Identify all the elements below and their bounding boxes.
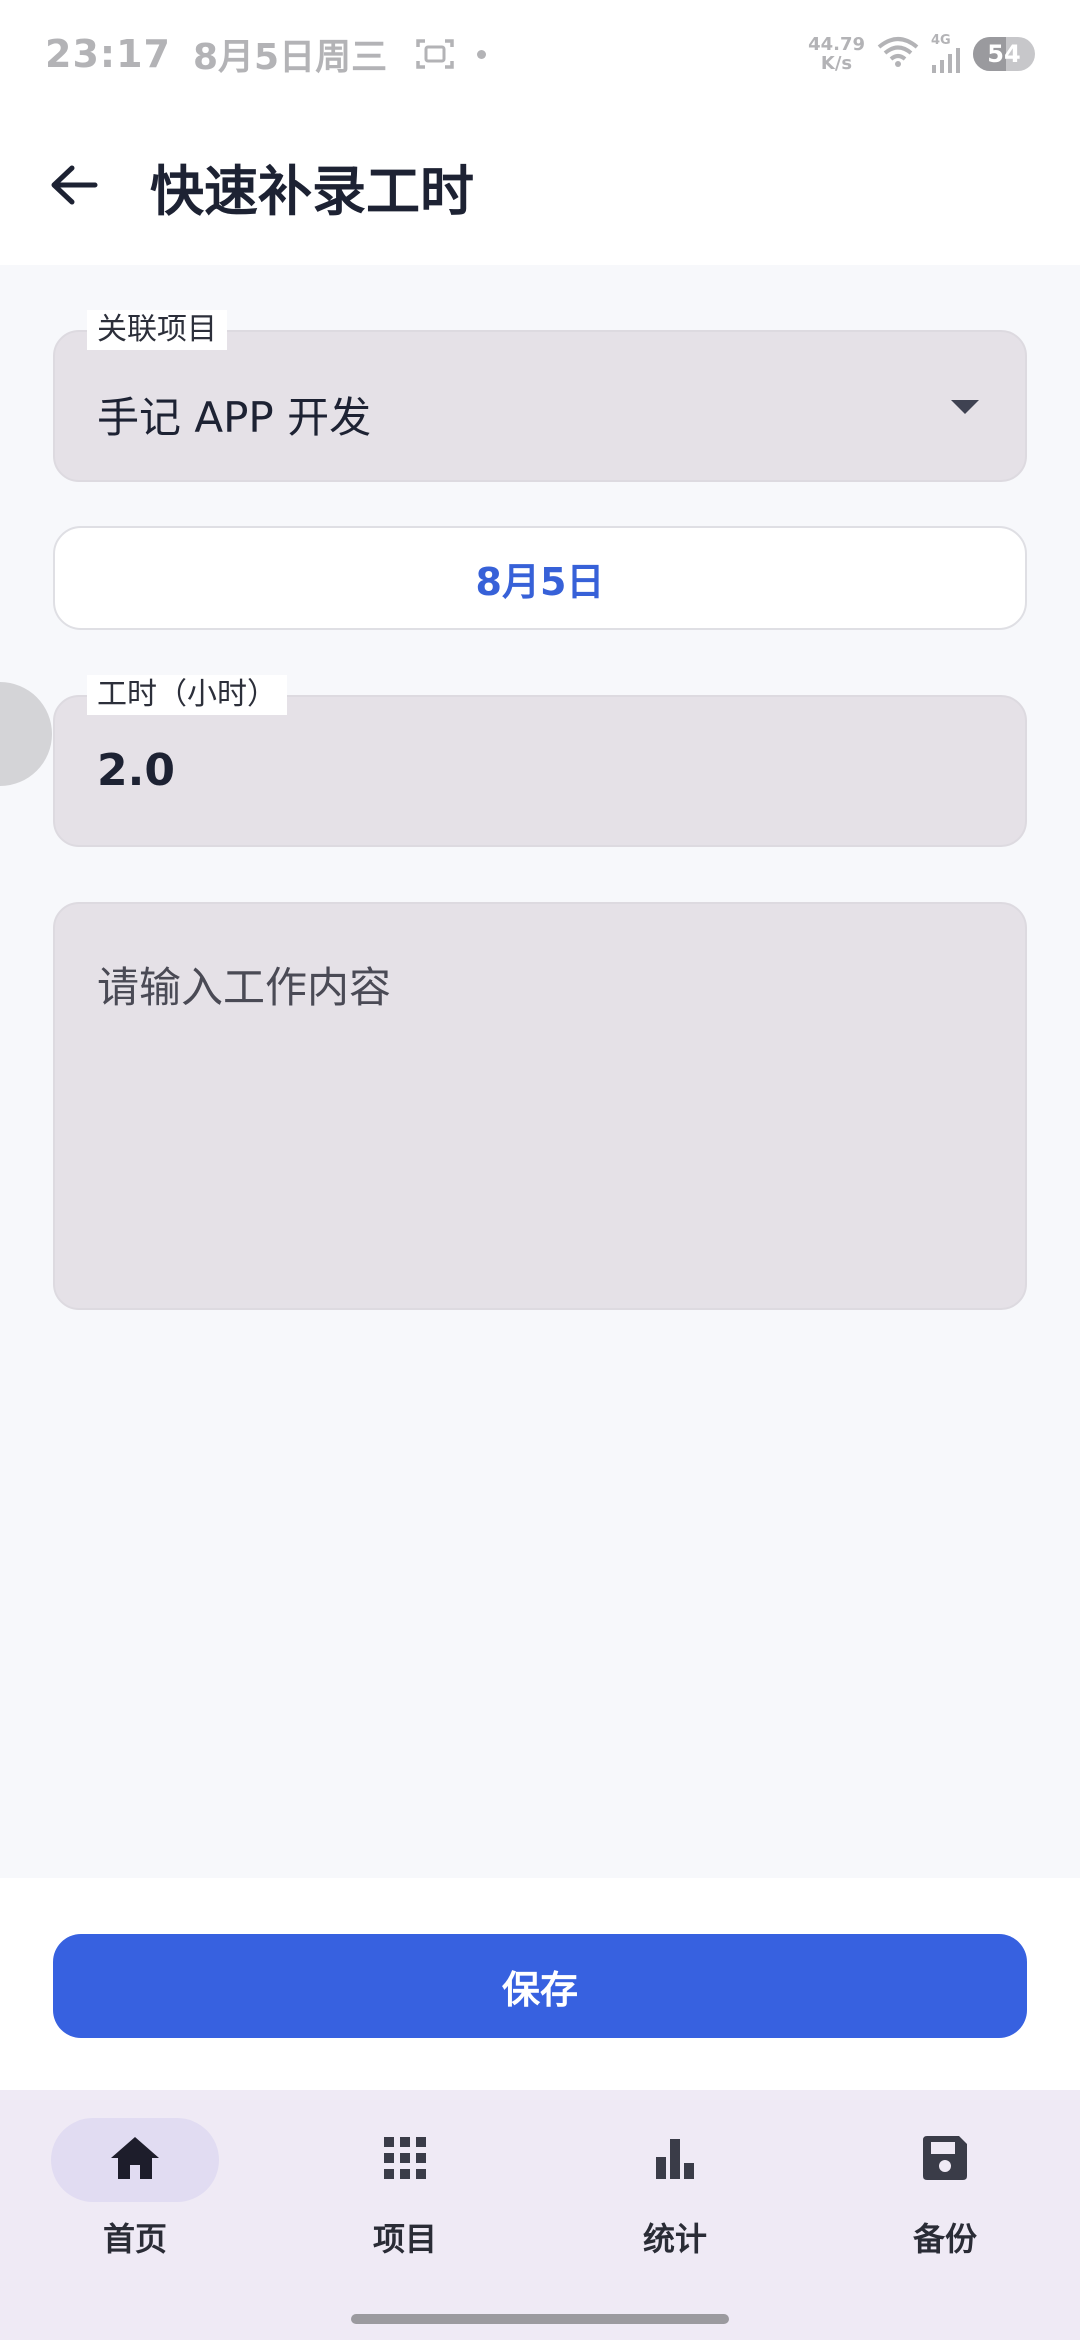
cellular-signal-icon: 4G — [931, 33, 963, 73]
gesture-navigation-bar[interactable] — [351, 2314, 729, 2324]
net-speed-unit: K/s — [820, 53, 853, 74]
nav-projects-indicator — [321, 2118, 489, 2202]
project-select[interactable]: 关联项目 手记 APP 开发 — [53, 310, 1027, 482]
project-select-value: 手记 APP 开发 — [97, 393, 372, 442]
battery-level: 54 — [987, 40, 1021, 68]
nav-label-stats: 统计 — [642, 2220, 707, 2258]
bottom-navigation: 首页 项目 统计 备份 — [0, 2090, 1080, 2340]
status-date: 8月5日周三 — [192, 37, 388, 78]
arrow-left-icon — [50, 164, 98, 210]
hours-field-label: 工时（小时） — [87, 675, 287, 715]
work-content-placeholder: 请输入工作内容 — [97, 963, 392, 1012]
nav-label-backup: 备份 — [912, 2220, 977, 2258]
nav-item-home[interactable]: 首页 — [0, 2090, 270, 2340]
notification-dot-icon — [477, 49, 487, 59]
hours-field-value: 2.0 — [97, 745, 175, 796]
nav-home-indicator — [51, 2118, 219, 2202]
dropdown-arrow-icon — [951, 400, 979, 414]
work-content-textarea[interactable]: 请输入工作内容 — [53, 902, 1027, 1310]
date-picker-button[interactable]: 8月5日 — [53, 526, 1027, 630]
back-button[interactable] — [34, 147, 114, 227]
status-bar: 23:17 8月5日周三 44.79 K/s 4G 54 — [0, 0, 1080, 108]
battery-indicator: 54 — [973, 37, 1035, 71]
network-type-label: 4G — [931, 33, 951, 48]
nav-label-projects: 项目 — [372, 2220, 437, 2258]
screenshot-icon — [415, 37, 455, 71]
nav-label-home: 首页 — [102, 2220, 167, 2258]
status-time: 23:17 — [45, 32, 171, 76]
bar-chart-icon — [652, 2135, 698, 2185]
nav-item-stats[interactable]: 统计 — [540, 2090, 810, 2340]
floating-side-handle[interactable] — [0, 682, 52, 786]
grid-icon — [382, 2135, 428, 2185]
wifi-icon — [875, 35, 921, 73]
project-select-label: 关联项目 — [87, 310, 227, 350]
home-icon — [109, 2135, 161, 2185]
save-button[interactable]: 保存 — [53, 1934, 1027, 2038]
nav-backup-indicator — [861, 2118, 1029, 2202]
nav-stats-indicator — [591, 2118, 759, 2202]
app-bar: 快速补录工时 — [0, 108, 1080, 265]
nav-item-projects[interactable]: 项目 — [270, 2090, 540, 2340]
net-speed-value: 44.79 — [808, 34, 865, 55]
net-speed: 44.79 K/s — [808, 35, 865, 73]
hours-field[interactable]: 工时（小时） 2.0 — [53, 675, 1027, 847]
save-icon — [921, 2134, 969, 2186]
page-title: 快速补录工时 — [150, 160, 474, 223]
nav-item-backup[interactable]: 备份 — [810, 2090, 1080, 2340]
